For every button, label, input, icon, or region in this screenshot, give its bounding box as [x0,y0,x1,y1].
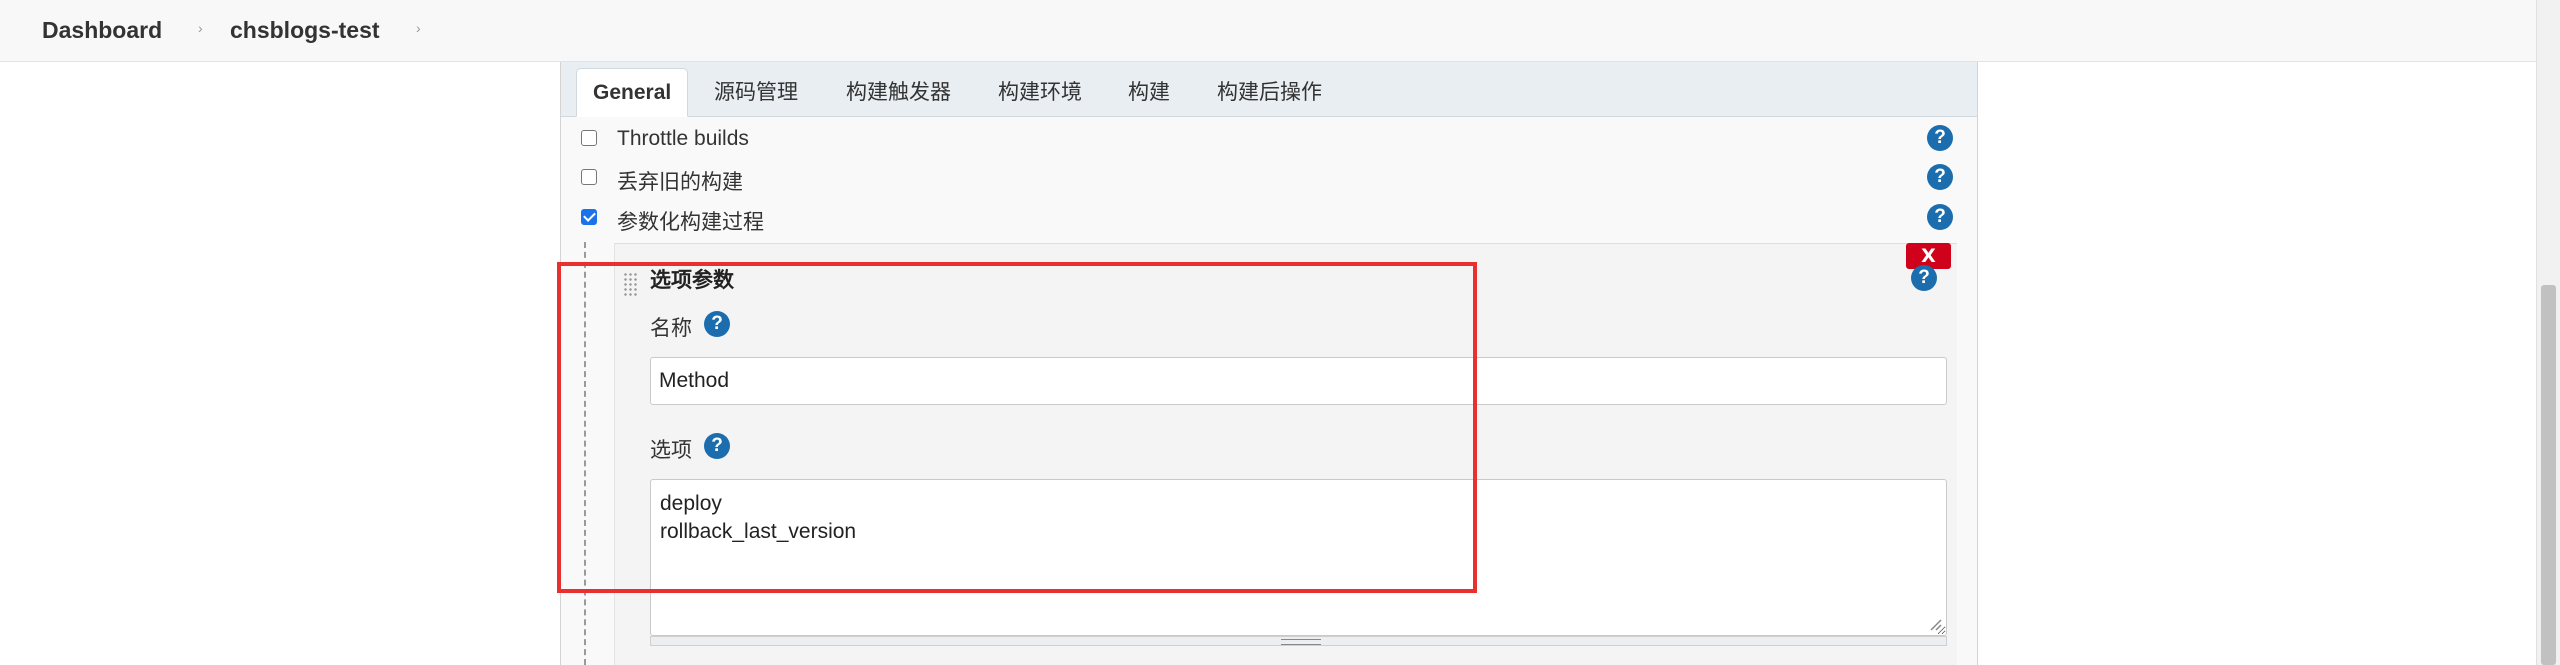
page-scrollbar[interactable] [2536,0,2560,665]
discard-old-builds-checkbox[interactable] [581,169,597,185]
help-icon[interactable]: ? [704,311,730,337]
breadcrumb-separator-icon: › [416,20,421,36]
tab-post-build[interactable]: 构建后操作 [1217,76,1322,106]
breadcrumb-separator-icon: › [198,20,203,36]
throttle-builds-label: Throttle builds [617,127,749,150]
config-tabs: General 源码管理 构建触发器 构建环境 构建 构建后操作 [561,62,1977,117]
discard-old-builds-label: 丢弃旧的构建 [617,171,743,194]
tab-build-environment[interactable]: 构建环境 [998,76,1082,106]
textarea-resize-handle[interactable] [650,636,1947,646]
help-icon[interactable]: ? [1927,204,1953,230]
parameterized-build-checkbox[interactable] [581,209,597,225]
tab-build[interactable]: 构建 [1128,76,1170,106]
help-icon[interactable]: ? [1911,265,1937,291]
name-field[interactable] [650,357,1947,405]
breadcrumb-dashboard[interactable]: Dashboard [42,17,162,44]
breadcrumb-job[interactable]: chsblogs-test [230,17,380,44]
breadcrumb: Dashboard › chsblogs-test › [0,0,2560,62]
nesting-guide [584,242,586,665]
help-icon[interactable]: ? [704,433,730,459]
scrollbar-thumb[interactable] [2541,285,2556,665]
parameterized-build-label: 参数化构建过程 [617,211,764,234]
tab-general[interactable]: General [576,68,689,117]
choice-parameter-block: 选项参数 X ? 名称 ? 选项 ? deploy rollback_last_… [614,243,1957,665]
help-icon[interactable]: ? [1927,125,1953,151]
choices-textarea[interactable]: deploy rollback_last_version [650,479,1947,636]
help-icon[interactable]: ? [1927,164,1953,190]
parameter-type-title: 选项参数 [650,269,734,292]
throttle-builds-checkbox[interactable] [581,130,597,146]
resize-grip-icon[interactable] [1925,614,1943,632]
tab-build-triggers[interactable]: 构建触发器 [846,76,951,106]
drag-handle-icon[interactable] [623,272,639,298]
name-label: 名称 [650,317,692,340]
config-panel: General 源码管理 构建触发器 构建环境 构建 构建后操作 Throttl… [560,62,1978,665]
tab-source-code[interactable]: 源码管理 [714,76,798,106]
choices-label: 选项 [650,439,692,462]
